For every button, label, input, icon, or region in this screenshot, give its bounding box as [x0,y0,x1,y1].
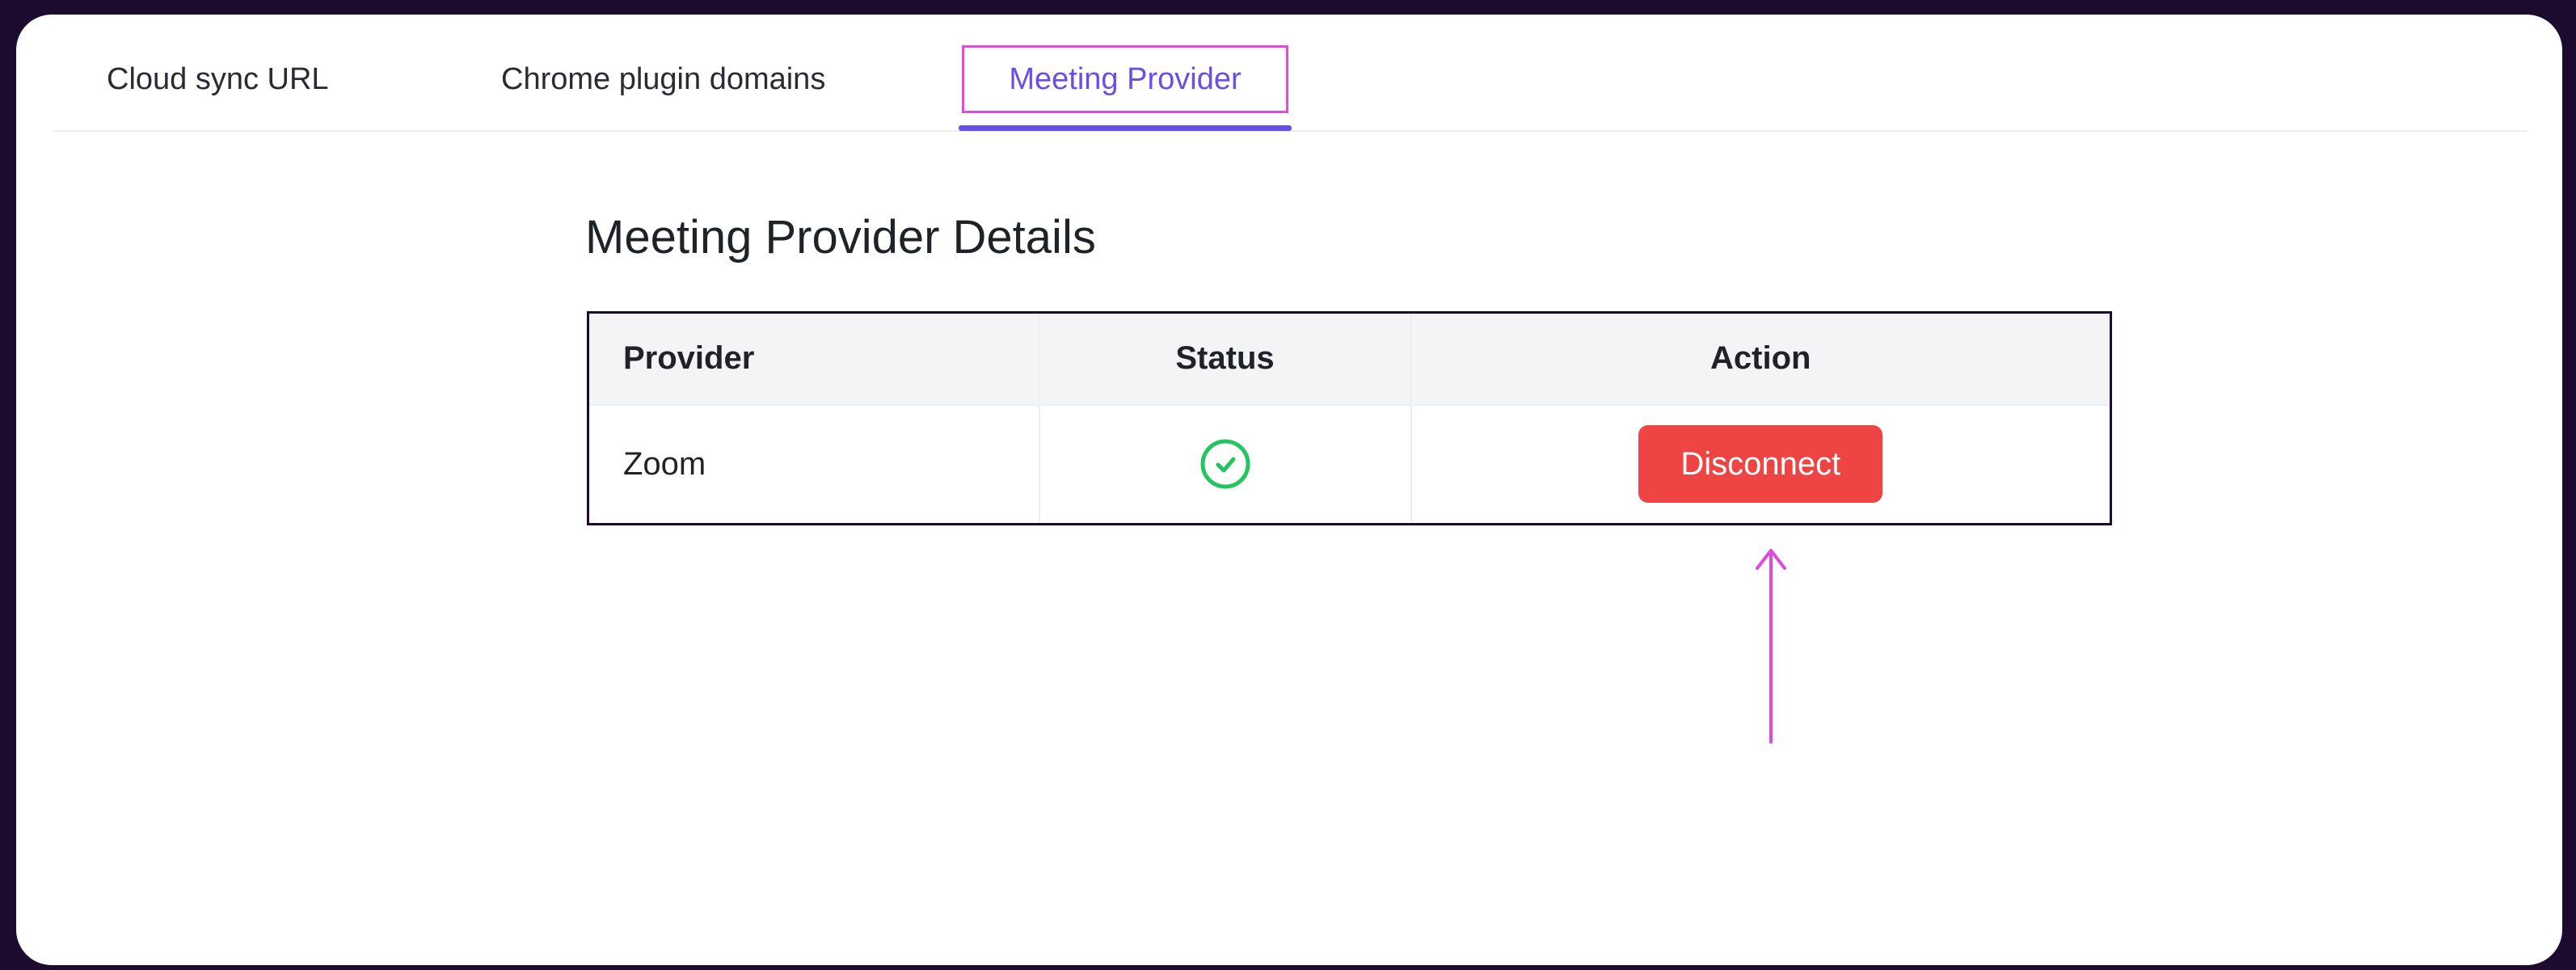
action-cell: Disconnect [1411,405,2111,525]
active-tab-indicator [959,125,1292,131]
header-status: Status [1039,312,1412,405]
table-header-row: Provider Status Action [588,312,2111,405]
header-action: Action [1710,340,1811,377]
tab-bar: Cloud sync URL Chrome plugin domains Mee… [53,15,2527,132]
app-window: Cloud sync URL Chrome plugin domains Mee… [16,15,2562,965]
check-circle-icon [1200,439,1250,489]
disconnect-button[interactable]: Disconnect [1638,425,1883,504]
table-row: Zoom Disconnect [588,404,2111,525]
arrow-up-icon [1756,549,1786,744]
provider-name: Zoom [588,404,1040,525]
tab-chrome-plugin-domains[interactable]: Chrome plugin domains [501,45,873,113]
section-title: Meeting Provider Details [585,211,1096,264]
provider-table: Provider Status Action Zoom Disconnect [587,311,2112,525]
status-cell [1039,404,1412,525]
header-provider: Provider [588,312,1040,405]
tab-meeting-provider[interactable]: Meeting Provider [962,45,1288,113]
tab-cloud-sync-url[interactable]: Cloud sync URL [107,45,382,113]
